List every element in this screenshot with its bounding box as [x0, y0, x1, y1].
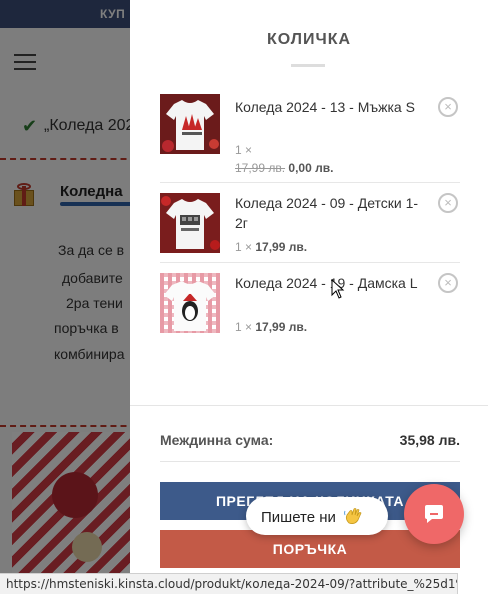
item-price: 1 × 17,99 лв. — [235, 240, 307, 254]
chat-icon — [425, 505, 443, 523]
subtotal-value: 35,98 лв. — [399, 432, 460, 448]
item-price: 17,99 лв. 0,00 лв. — [235, 161, 333, 175]
chat-prompt-text: Пишете ни — [261, 509, 336, 526]
item-qty: 1 × — [235, 320, 253, 334]
item-name-link[interactable]: Коледа 2024 - 13 - Мъжка S — [235, 97, 420, 117]
item-name-link[interactable]: Коледа 2024 - 19 - Дамска L — [235, 273, 420, 293]
status-bar-url: https://hmsteniski.kinsta.cloud/produkt/… — [0, 573, 458, 594]
tshirt-image-icon — [160, 193, 220, 253]
item-name-link[interactable]: Коледа 2024 - 09 - Детски 1-2г — [235, 193, 420, 233]
cart-item: Коледа 2024 - 19 - Дамска L 1 × 17,99 лв… — [160, 263, 460, 343]
cart-title: КОЛИЧКА — [266, 31, 352, 48]
item-quantity: 1 × — [235, 143, 252, 157]
item-thumbnail[interactable] — [160, 94, 220, 154]
tshirt-image-icon — [160, 94, 220, 154]
subtotal-label: Междинна сума: — [160, 432, 274, 448]
tshirt-image-icon — [160, 273, 220, 333]
item-qty: 1 × — [235, 240, 253, 254]
item-old-price: 17,99 лв. — [235, 161, 286, 175]
item-thumbnail[interactable] — [160, 273, 220, 333]
mouse-pointer-icon — [331, 279, 345, 299]
remove-item-icon[interactable]: × — [438, 97, 458, 117]
remove-item-icon[interactable]: × — [438, 273, 458, 293]
item-thumbnail[interactable] — [160, 193, 220, 253]
chat-launcher-button[interactable] — [404, 484, 464, 544]
chat-prompt-bubble[interactable]: Пишете ни — [246, 497, 388, 535]
waving-hand-icon — [344, 508, 362, 524]
item-unit-price: 17,99 лв. — [255, 240, 308, 254]
cart-title-underline — [291, 64, 325, 67]
cart-item: Коледа 2024 - 09 - Детски 1-2г 1 × 17,99… — [160, 183, 460, 263]
cart-item-list: Коледа 2024 - 13 - Мъжка S 1 × 17,99 лв.… — [160, 90, 460, 343]
remove-item-icon[interactable]: × — [438, 193, 458, 213]
item-sale-price: 0,00 лв. — [288, 161, 334, 175]
cart-item: Коледа 2024 - 13 - Мъжка S 1 × 17,99 лв.… — [160, 90, 460, 183]
item-unit-price: 17,99 лв. — [255, 320, 308, 334]
item-price: 1 × 17,99 лв. — [235, 320, 307, 334]
item-qty: 1 × — [235, 143, 253, 157]
cart-header: КОЛИЧКА — [130, 0, 488, 80]
subtotal-row: Междинна сума: 35,98 лв. — [160, 432, 460, 462]
